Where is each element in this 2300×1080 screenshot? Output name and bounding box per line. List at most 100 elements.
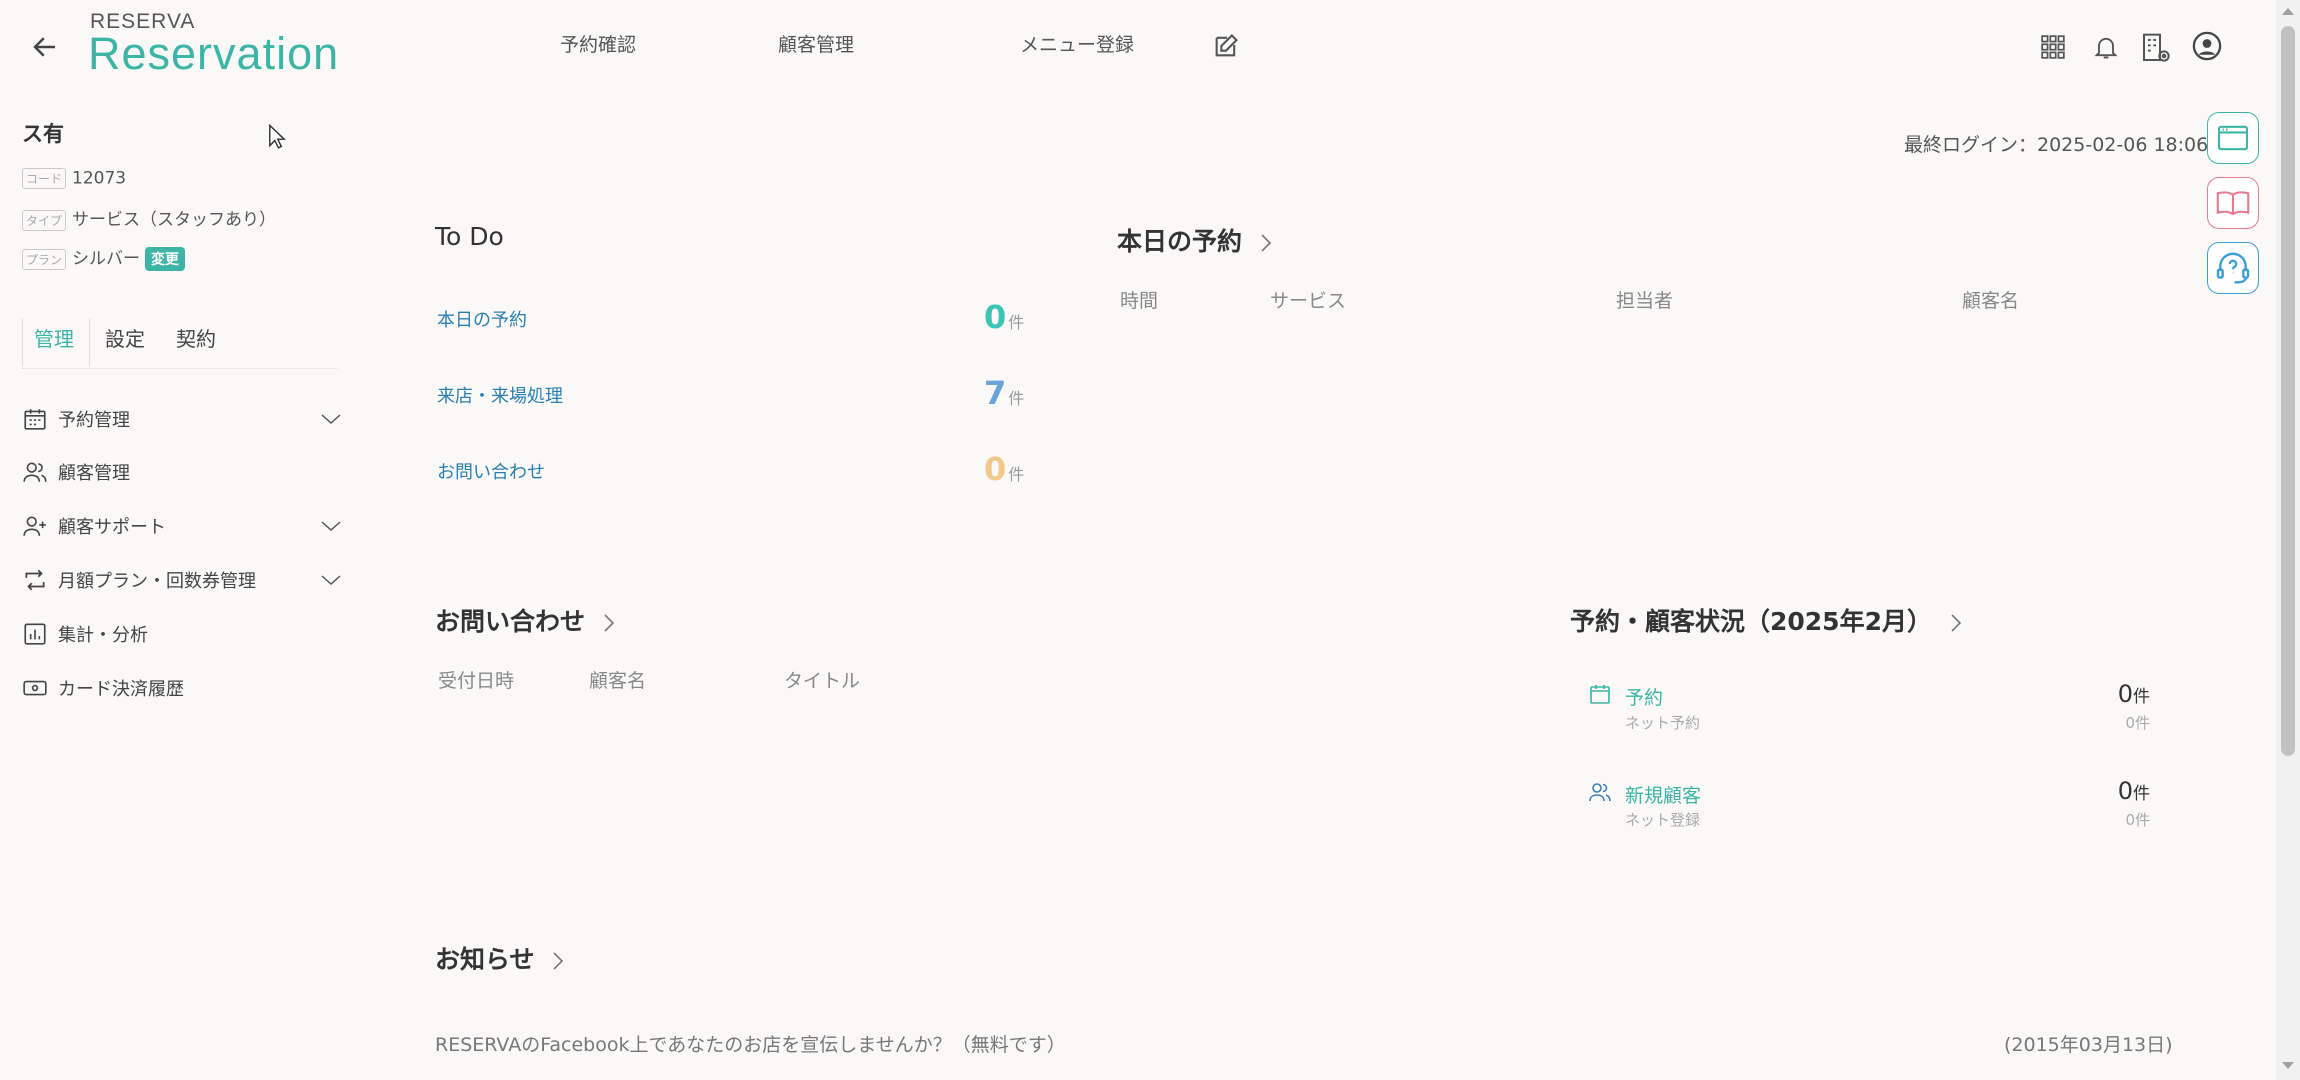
- news-title[interactable]: お知らせ: [435, 940, 565, 976]
- bell-icon[interactable]: [2092, 32, 2120, 62]
- chevron-right-icon: [551, 950, 565, 972]
- nav-customer-management[interactable]: 顧客管理: [778, 30, 854, 57]
- users-icon: [1588, 780, 1612, 804]
- sidebar-item-label: 顧客管理: [58, 463, 130, 484]
- column-customer-name: 顧客名: [1962, 290, 2020, 312]
- news-item-link[interactable]: RESERVAのFacebook上であなたのお店を宣伝しませんか？（無料です）: [435, 1030, 1066, 1057]
- browser-window-icon: [2216, 124, 2250, 152]
- chevron-right-icon: [602, 612, 616, 634]
- count-unit: 件: [1008, 389, 1025, 408]
- count-value: 0: [984, 298, 1007, 336]
- count-unit: 件: [2133, 784, 2150, 804]
- news-item-date: (2015年03月13日): [2004, 1034, 2173, 1056]
- stat-new-customers-link[interactable]: 新規顧客: [1625, 781, 1701, 808]
- chevron-down-icon[interactable]: [320, 412, 342, 426]
- stat-reservations-sub-count: 0件: [2125, 714, 2150, 732]
- store-plan-row: プラン シルバー 変更: [22, 244, 186, 271]
- mouse-cursor-icon: [268, 124, 286, 150]
- building-settings-icon[interactable]: [2140, 32, 2172, 64]
- todo-today-reservations-link[interactable]: 本日の予約: [437, 306, 527, 332]
- sidebar-item-label: 顧客サポート: [58, 517, 166, 538]
- book-icon: [2215, 189, 2251, 217]
- code-tag: コード: [22, 168, 67, 189]
- apps-grid-icon[interactable]: [2040, 34, 2066, 60]
- todo-title: To Do: [435, 222, 504, 251]
- chevron-right-icon: [1259, 232, 1273, 254]
- last-login: 最終ログイン：2025-02-06 18:06: [1904, 134, 2209, 156]
- stat-reservations-count: 0件: [2060, 680, 2150, 708]
- chevron-right-icon: [1949, 612, 1963, 634]
- stat-new-customers-count: 0件: [2060, 777, 2150, 805]
- calendar-icon: [1588, 682, 1612, 706]
- column-time: 時間: [1120, 290, 1159, 312]
- scrollbar-track[interactable]: [2276, 0, 2300, 1080]
- count-unit: 件: [1008, 465, 1025, 484]
- tab-settings[interactable]: 設定: [105, 323, 145, 352]
- brand-logo: Reservation: [88, 28, 340, 79]
- column-received-date: 受付日時: [438, 670, 515, 692]
- todo-checkin-count: 7件: [984, 374, 1024, 412]
- column-title: タイトル: [784, 670, 861, 692]
- stat-new-customers-sub: ネット登録: [1625, 811, 1701, 829]
- todo-inquiries-link[interactable]: お問い合わせ: [437, 458, 545, 484]
- card-icon: [22, 675, 48, 701]
- plan-change-button[interactable]: 変更: [145, 247, 186, 271]
- count-value: 0: [2117, 680, 2133, 708]
- column-staff: 担当者: [1616, 290, 1674, 312]
- todo-today-reservations-count: 0件: [984, 298, 1024, 336]
- section-title-text: お知らせ: [435, 945, 535, 974]
- edit-icon[interactable]: [1212, 32, 1240, 60]
- scrollbar-thumb[interactable]: [2281, 26, 2295, 756]
- section-title-text: 予約・顧客状況（2025年2月）: [1570, 607, 1932, 636]
- todo-inquiries-count: 0件: [984, 450, 1024, 488]
- user-account-icon[interactable]: [2192, 31, 2222, 61]
- headset-help-icon: [2214, 249, 2252, 287]
- store-plan: シルバー: [72, 249, 141, 269]
- count-value: 0: [984, 450, 1007, 488]
- today-reservations-title[interactable]: 本日の予約: [1117, 222, 1273, 258]
- manual-book-button[interactable]: [2207, 177, 2259, 229]
- sidebar-item-analytics[interactable]: 集計・分析: [22, 617, 342, 651]
- chevron-down-icon[interactable]: [320, 519, 342, 533]
- inquiries-title[interactable]: お問い合わせ: [435, 602, 616, 638]
- nav-reservation-check[interactable]: 予約確認: [560, 30, 636, 57]
- plan-tag: プラン: [22, 248, 67, 270]
- count-unit: 件: [1008, 313, 1025, 332]
- chevron-down-icon[interactable]: [320, 573, 342, 587]
- sidebar-item-label: 予約管理: [58, 410, 130, 431]
- tab-management[interactable]: 管理: [34, 323, 74, 352]
- sidebar-item-monthly-plan[interactable]: 月額プラン・回数券管理: [22, 563, 342, 597]
- help-support-button[interactable]: [2207, 242, 2259, 294]
- user-plus-icon: [22, 513, 48, 539]
- scroll-up-arrow[interactable]: [2282, 8, 2294, 15]
- section-title-text: お問い合わせ: [435, 607, 586, 636]
- sidebar-item-label: 月額プラン・回数券管理: [58, 571, 256, 592]
- sidebar-item-customer-support[interactable]: 顧客サポート: [22, 509, 342, 543]
- back-arrow-icon[interactable]: [30, 32, 60, 62]
- store-code-row: コード 12073: [22, 168, 126, 189]
- store-type: サービス（スタッフあり）: [72, 210, 277, 230]
- sidebar-item-reservation-management[interactable]: 予約管理: [22, 402, 342, 436]
- sidebar-item-card-payment-history[interactable]: カード決済履歴: [22, 671, 342, 705]
- column-customer-name: 顧客名: [589, 670, 647, 692]
- bar-chart-icon: [22, 621, 48, 647]
- tab-contract[interactable]: 契約: [176, 323, 216, 352]
- nav-menu-registration[interactable]: メニュー登録: [1020, 30, 1134, 57]
- sidebar-item-label: 集計・分析: [58, 625, 148, 646]
- browser-window-button[interactable]: [2207, 112, 2259, 164]
- type-tag: タイプ: [22, 209, 67, 231]
- sidebar-item-customer-management[interactable]: 顧客管理: [22, 455, 342, 489]
- status-title[interactable]: 予約・顧客状況（2025年2月）: [1570, 602, 1963, 638]
- stat-reservations-link[interactable]: 予約: [1625, 683, 1663, 710]
- section-title-text: 本日の予約: [1117, 227, 1243, 256]
- calendar-icon: [22, 406, 48, 432]
- stat-reservations-sub: ネット予約: [1625, 714, 1701, 732]
- stat-new-customers-sub-count: 0件: [2125, 811, 2150, 829]
- users-icon: [22, 459, 48, 485]
- store-code: 12073: [72, 168, 127, 189]
- todo-checkin-link[interactable]: 来店・来場処理: [437, 382, 563, 408]
- scroll-down-arrow[interactable]: [2282, 1062, 2294, 1069]
- count-unit: 件: [2133, 687, 2150, 707]
- count-value: 7: [984, 374, 1007, 412]
- store-name: ス有: [22, 122, 64, 146]
